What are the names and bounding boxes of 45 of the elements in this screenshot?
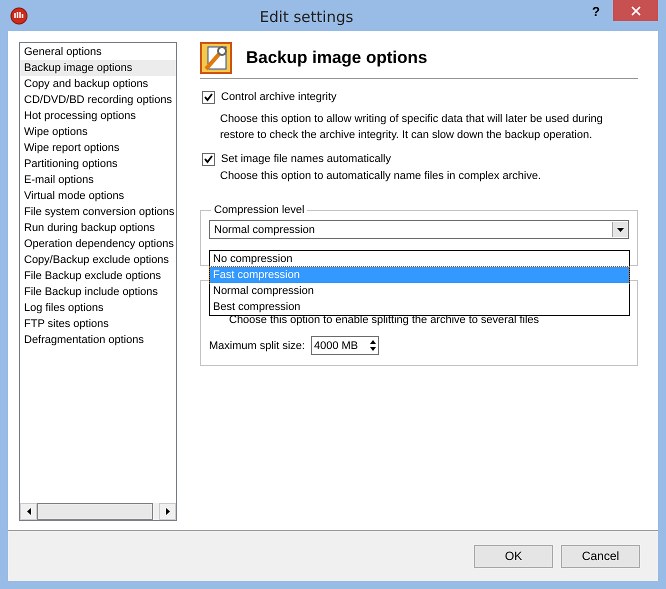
sidebar-item[interactable]: Backup image options xyxy=(20,60,176,76)
sidebar-item[interactable]: File Backup include options xyxy=(20,284,176,300)
sidebar-item[interactable]: Copy/Backup exclude options xyxy=(20,252,176,268)
sidebar-item[interactable]: Log files options xyxy=(20,300,176,316)
close-button[interactable] xyxy=(613,0,658,21)
split-size-field[interactable]: 4000 MB xyxy=(310,336,379,355)
sidebar-item[interactable]: Partitioning options xyxy=(20,156,176,172)
wrench-document-icon xyxy=(200,42,232,74)
sidebar-item[interactable]: File Backup exclude options xyxy=(20,268,176,284)
field-label: Maximum split size: xyxy=(209,340,305,352)
sidebar-item[interactable]: Operation dependency options xyxy=(20,236,176,252)
app-icon xyxy=(10,6,28,24)
sidebar-item[interactable]: Defragmentation options xyxy=(20,332,176,348)
sidebar-item[interactable]: Virtual mode options xyxy=(20,188,176,204)
right-arrow-icon xyxy=(166,508,170,515)
sidebar-item[interactable]: File system conversion options xyxy=(20,204,176,220)
scrollbar-thumb[interactable] xyxy=(37,503,153,520)
sidebar-item[interactable]: Wipe options xyxy=(20,124,176,140)
checkbox[interactable] xyxy=(202,90,215,104)
option-description: Choose this option to automatically name files in complex archive. xyxy=(220,169,542,184)
option-description: Choose this option to allow writing of specific data that will later be used during restore to check the archive integrity. It can slow down the backup operation. xyxy=(220,112,604,143)
sidebar-item[interactable]: FTP sites options xyxy=(20,316,176,332)
page-title: Backup image options xyxy=(246,48,428,68)
compression-dropdown[interactable]: Normal compression xyxy=(209,220,629,239)
scroll-right-button[interactable] xyxy=(159,503,176,520)
dialog-button[interactable]: Cancel xyxy=(561,544,640,568)
sidebar-item[interactable]: Run during backup options xyxy=(20,220,176,236)
sidebar-item[interactable]: Hot processing options xyxy=(20,108,176,124)
sidebar-item[interactable]: Wipe report options xyxy=(20,140,176,156)
sidebar-item[interactable]: CD/DVD/BD recording options xyxy=(20,92,176,108)
window-title: Edit settings xyxy=(258,6,354,26)
sidebar-item[interactable]: General options xyxy=(20,44,176,60)
close-icon xyxy=(630,6,640,16)
checkbox-label: Control archive integrity xyxy=(221,91,337,103)
left-arrow-icon xyxy=(26,508,30,515)
help-button[interactable]: ? xyxy=(585,4,607,19)
dropdown-option[interactable]: No compression xyxy=(210,251,629,267)
sidebar-item[interactable]: E-mail options xyxy=(20,172,176,188)
checkbox-label: Set image file names automatically xyxy=(221,153,391,165)
spinner-arrows-icon xyxy=(368,338,378,353)
scroll-left-button[interactable] xyxy=(20,503,37,520)
dialog-button[interactable]: OK xyxy=(474,544,553,568)
group-title: Compression level xyxy=(213,204,306,216)
sidebar-item[interactable]: Copy and backup options xyxy=(20,76,176,92)
checkbox[interactable] xyxy=(202,152,215,166)
